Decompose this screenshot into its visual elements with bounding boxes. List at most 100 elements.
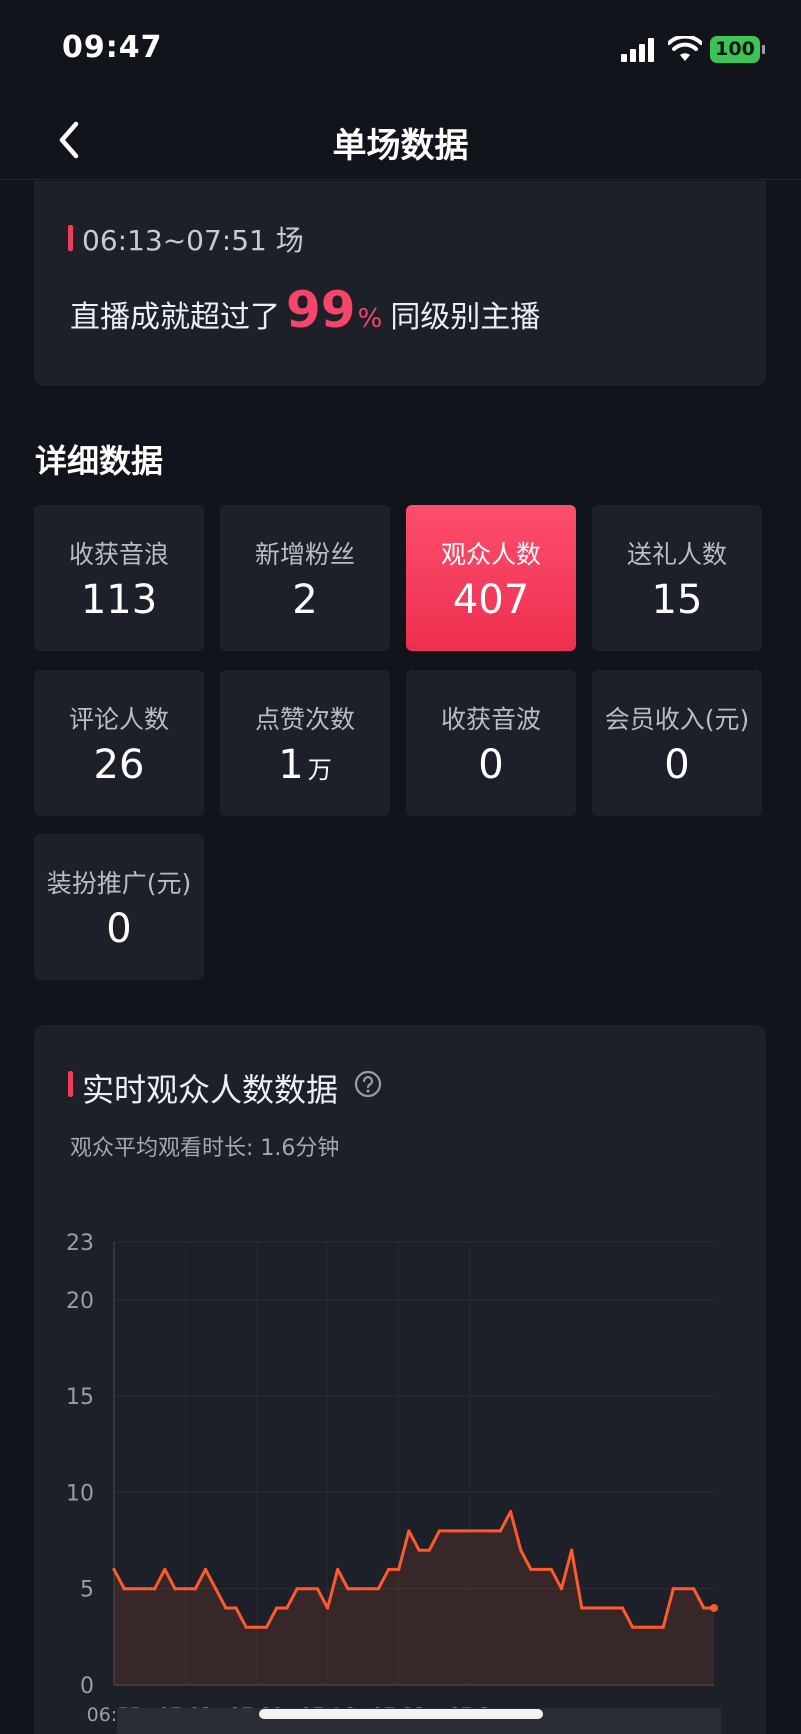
data-point	[386, 1567, 391, 1572]
data-point	[610, 1606, 614, 1610]
data-point	[193, 1587, 197, 1591]
metric-value: 26	[93, 742, 145, 788]
metric-unit: 万	[307, 756, 332, 784]
data-point	[671, 1587, 675, 1591]
data-point	[214, 1587, 218, 1591]
metric-label: 新增粉丝	[254, 540, 355, 569]
metric-label: 收获音波	[440, 705, 541, 734]
data-point	[397, 1567, 401, 1572]
metric-tile-new-followers[interactable]: 新增粉丝 2	[220, 505, 390, 651]
data-point	[600, 1606, 604, 1610]
metric-tile-gift-income[interactable]: 收获音浪 113	[34, 505, 204, 651]
data-point	[427, 1548, 431, 1552]
data-point	[651, 1625, 655, 1629]
average-watch-time: 观众平均观看时长: 1.6分钟	[70, 1136, 340, 1161]
realtime-viewers-title: 实时观众人数数据	[82, 1071, 339, 1109]
data-point	[376, 1587, 381, 1591]
data-point	[325, 1606, 330, 1610]
metric-tile-commenters[interactable]: 评论人数 26	[34, 670, 204, 816]
percent-sign: %	[357, 304, 383, 334]
data-point	[254, 1625, 258, 1629]
cellular-signal-icon	[621, 38, 654, 62]
metric-value: 0	[106, 906, 132, 952]
data-point	[112, 1567, 116, 1572]
data-point	[590, 1606, 594, 1610]
metric-value: 0	[478, 742, 504, 788]
y-tick-label: 10	[66, 1481, 94, 1506]
metric-tile-sound-waves[interactable]: 收获音波 0	[406, 670, 576, 816]
session-time: 06:13~07:51 场	[82, 224, 304, 257]
metric-tile-dressup-promotion[interactable]: 装扮推广(元) 0	[34, 834, 204, 980]
data-point	[559, 1587, 564, 1591]
data-point	[234, 1606, 238, 1610]
data-point	[417, 1548, 421, 1552]
data-point	[498, 1529, 503, 1533]
realtime-viewers-card: 实时观众人数数据 观众平均观看时长: 1.6分钟 0 5 10 15 20 23 06:55…	[34, 1025, 766, 1734]
achievement-percent: 99	[286, 281, 356, 339]
data-point	[407, 1529, 411, 1533]
data-point	[142, 1587, 147, 1591]
data-point	[203, 1567, 208, 1572]
metric-value: 2	[292, 577, 318, 623]
help-icon[interactable]	[354, 1070, 382, 1098]
data-point	[153, 1587, 157, 1591]
metric-tile-member-income[interactable]: 会员收入(元) 0	[592, 670, 762, 816]
data-point	[661, 1625, 665, 1629]
status-time: 09:47	[62, 30, 163, 65]
data-point	[295, 1587, 299, 1591]
metric-label: 观众人数	[440, 540, 541, 569]
data-point	[336, 1567, 340, 1572]
data-point	[519, 1548, 523, 1552]
data-point	[163, 1567, 167, 1572]
data-point	[702, 1606, 706, 1610]
metric-value: 113	[80, 577, 158, 623]
data-point	[620, 1606, 625, 1610]
metric-label: 点赞次数	[254, 705, 355, 734]
metric-number: 1	[278, 742, 304, 788]
y-tick-label: 5	[80, 1578, 94, 1603]
data-point	[539, 1567, 543, 1572]
data-point	[346, 1587, 350, 1591]
data-point	[692, 1587, 696, 1591]
metric-label: 送礼人数	[626, 540, 727, 569]
metric-tile-viewers[interactable]: 观众人数 407	[406, 505, 576, 651]
navigation-bar: 单场数据	[0, 100, 801, 180]
metric-value: 1万	[220, 742, 390, 788]
metric-label: 装扮推广(元)	[46, 869, 192, 898]
y-tick-label: 23	[66, 1231, 94, 1256]
metric-label: 收获音浪	[68, 540, 169, 569]
metric-label: 评论人数	[68, 705, 169, 734]
data-point	[641, 1625, 645, 1629]
data-point	[244, 1625, 248, 1629]
y-tick-label: 0	[80, 1674, 94, 1699]
data-point	[549, 1567, 553, 1572]
accent-bar	[68, 1071, 73, 1097]
data-point	[447, 1529, 452, 1533]
home-indicator[interactable]	[259, 1709, 543, 1719]
data-point	[681, 1587, 686, 1591]
data-point	[224, 1606, 228, 1610]
data-point	[275, 1606, 279, 1610]
y-tick-label: 20	[66, 1289, 94, 1314]
metric-tile-gift-senders[interactable]: 送礼人数 15	[592, 505, 762, 651]
battery-indicator: 100	[710, 36, 765, 63]
last-point-marker	[710, 1603, 718, 1612]
data-point	[173, 1587, 177, 1591]
metric-value: 407	[452, 577, 530, 623]
achievement-suffix: 同级别主播	[390, 300, 541, 335]
wifi-icon	[668, 36, 702, 61]
data-point	[183, 1587, 187, 1591]
metric-value: 0	[664, 742, 690, 788]
data-point	[509, 1510, 513, 1514]
detail-data-heading: 详细数据	[35, 442, 164, 480]
data-point	[305, 1587, 309, 1591]
data-point	[437, 1529, 442, 1533]
data-point	[488, 1529, 492, 1533]
data-point	[285, 1606, 289, 1610]
metric-tile-likes[interactable]: 点赞次数 1万	[220, 670, 390, 816]
data-point	[631, 1625, 635, 1629]
status-bar: 09:47 100	[0, 0, 801, 100]
realtime-viewers-chart: 051015202306:5507:0207:0907:1607:2307:3	[66, 1231, 718, 1726]
page-title: 单场数据	[332, 126, 469, 166]
y-tick-label: 15	[66, 1385, 94, 1410]
